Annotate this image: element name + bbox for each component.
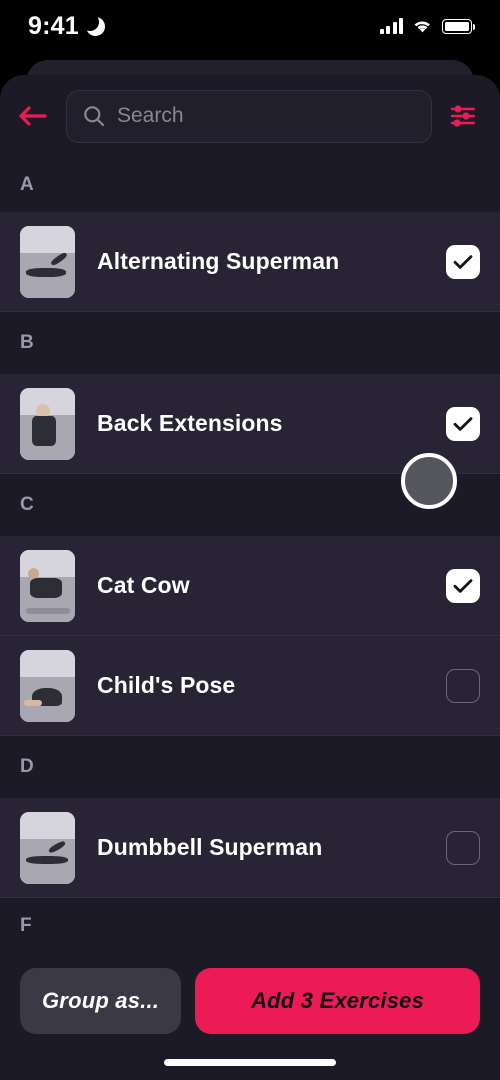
status-bar-left: 9:41 [28,12,105,41]
sheet-header: Search [0,75,500,157]
exercise-checkbox[interactable] [446,406,480,441]
group-as-button[interactable]: Group as... [20,968,182,1034]
cellular-bars-icon [379,18,403,34]
home-indicator [164,1059,336,1066]
exercise-checkbox[interactable] [446,568,480,603]
battery-icon [442,18,475,34]
exercise-name: Dumbbell Superman [97,834,323,860]
table-row[interactable]: Dumbbell Superman [0,798,500,898]
status-time: 9:41 [28,11,79,40]
section-header-a: A [0,157,500,212]
exercise-thumbnail [20,811,75,884]
crescent-moon-icon [80,12,105,36]
filter-button[interactable] [442,93,484,139]
bottom-action-bar: Group as... Add 3 Exercises [0,968,500,1034]
add-exercises-button[interactable]: Add 3 Exercises [195,968,480,1034]
exercise-name: Alternating Superman [97,248,340,274]
phone-screen: 9:41 Search A Alternating Superman B Bac… [0,0,500,1080]
exercise-checkbox[interactable] [446,830,480,865]
exercise-list[interactable]: A Alternating Superman B Back Extensions… [0,157,500,953]
section-header-f: F [0,898,500,953]
table-row[interactable]: Child's Pose [0,636,500,736]
exercise-checkbox[interactable] [446,244,480,279]
table-row[interactable]: Alternating Superman [0,212,500,312]
section-header-b: B [0,312,500,374]
table-row[interactable]: Cat Cow [0,536,500,636]
exercise-name: Cat Cow [97,572,190,598]
tap-indicator [401,453,457,509]
checkmark-icon [453,416,473,431]
section-header-d: D [0,736,500,798]
wifi-icon [412,18,433,34]
filter-sliders-icon [450,105,476,127]
back-arrow-icon [19,106,47,126]
checkmark-icon [453,578,473,593]
exercise-checkbox[interactable] [446,668,480,703]
exercise-name: Back Extensions [97,410,283,436]
search-input[interactable]: Search [66,89,432,143]
exercise-picker-sheet: Search A Alternating Superman B Back Ext… [0,75,500,1080]
search-icon [84,106,105,127]
exercise-thumbnail [20,225,75,298]
checkmark-icon [453,254,473,269]
exercise-thumbnail [20,387,75,460]
status-bar-right [379,18,475,34]
status-bar: 9:41 [0,0,500,52]
exercise-thumbnail [20,649,75,722]
exercise-name: Child's Pose [97,672,236,698]
search-placeholder: Search [117,104,184,127]
exercise-thumbnail [20,549,75,622]
back-button[interactable] [10,93,56,139]
